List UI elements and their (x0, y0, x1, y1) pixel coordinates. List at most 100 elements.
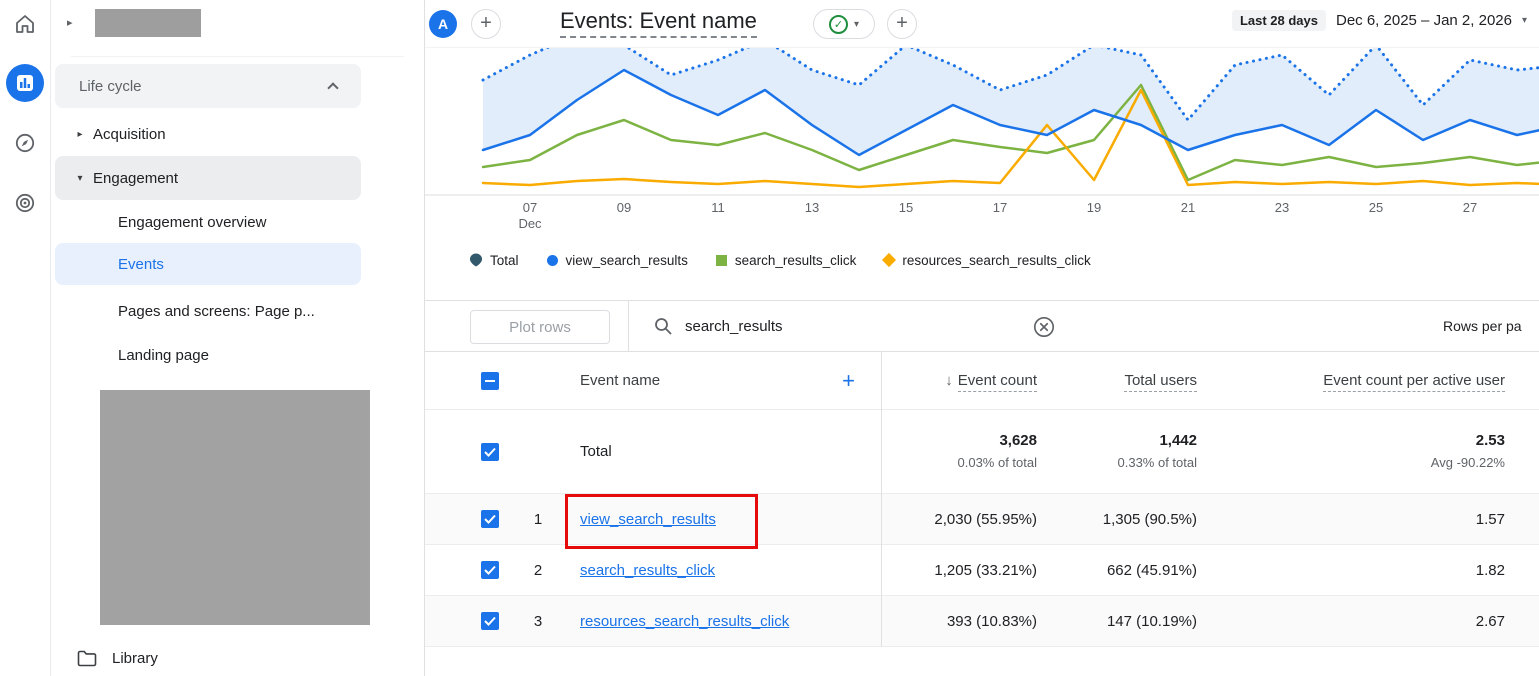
add-column-icon[interactable]: + (842, 368, 855, 394)
legend-label: search_results_click (735, 253, 857, 268)
event-name-link[interactable]: view_search_results (580, 511, 716, 528)
redacted-block (100, 390, 370, 625)
total-users-cell: 1,305 (90.5%) (1055, 511, 1215, 528)
sidebar-item-acquisition[interactable]: ▸ Acquisition (55, 112, 361, 156)
report-status-pill[interactable]: ✓ ▾ (813, 9, 875, 39)
indeterminate-mark (485, 380, 495, 382)
legend-item[interactable]: resources_search_results_click (884, 253, 1090, 268)
folder-icon (77, 650, 97, 667)
total-per-active-user: 2.53 (1215, 431, 1505, 451)
x-axis-tick: 27 (1446, 200, 1494, 216)
total-area-fill (483, 48, 1539, 155)
column-header-event-count[interactable]: Event count (958, 372, 1037, 392)
event-count-cell: 2,030 (55.95%) (881, 511, 1055, 528)
per-active-user-cell: 1.82 (1215, 562, 1539, 579)
legend-item[interactable]: view_search_results (547, 253, 688, 268)
event-count-cell: 1,205 (33.21%) (881, 562, 1055, 579)
reports-icon[interactable] (6, 64, 44, 102)
chevron-right-icon[interactable]: ▸ (67, 16, 73, 29)
add-comparison-button[interactable]: + (471, 9, 501, 39)
nav-icon-rail (0, 0, 51, 676)
legend-label: Total (490, 253, 519, 268)
item-label: Landing page (118, 347, 209, 364)
main-content: A + Events: Event name ✓ ▾ + Last 28 day… (425, 0, 1539, 676)
row-index: 1 (499, 511, 577, 528)
item-label: Engagement (93, 170, 178, 187)
x-axis-tick: 13 (788, 200, 836, 216)
total-row-checkbox[interactable] (481, 443, 499, 461)
item-label: Library (112, 650, 158, 667)
check-icon (484, 565, 496, 575)
row-checkbox[interactable] (481, 612, 499, 630)
event-count-cell: 393 (10.83%) (881, 613, 1055, 630)
table-toolbar: Plot rows Rows per pa (425, 300, 1539, 352)
x-axis-tick: 23 (1258, 200, 1306, 216)
legend-label: view_search_results (566, 253, 688, 268)
item-label: Pages and screens: Page p... (118, 303, 315, 320)
report-topbar: A + Events: Event name ✓ ▾ + Last 28 day… (425, 0, 1539, 48)
event-name-link[interactable]: resources_search_results_click (580, 613, 789, 630)
check-icon: ✓ (829, 15, 848, 34)
sidebar-section-life-cycle[interactable]: Life cycle (55, 64, 361, 108)
chart-legend: Total view_search_results search_results_c… (470, 246, 1091, 274)
sidebar-item-library[interactable]: Library (51, 642, 424, 674)
sidebar-item-landing-page[interactable]: Landing page (55, 333, 361, 377)
sidebar-item-pages-and-screens[interactable]: Pages and screens: Page p... (55, 289, 361, 333)
column-header-total-users[interactable]: Total users (1124, 372, 1197, 392)
column-header-event-name[interactable]: Event name (580, 372, 660, 389)
table-row-resources_search_results_click: 3 resources_search_results_click 393 (10… (425, 596, 1539, 647)
table-row-view_search_results: 1 view_search_results 2,030 (55.95%) 1,3… (425, 494, 1539, 545)
sidebar-item-engagement[interactable]: ▾ Engagement (55, 156, 361, 200)
events-line-chart (425, 48, 1539, 198)
total-label: Total (577, 443, 881, 460)
legend-item[interactable]: search_results_click (716, 253, 857, 268)
search-input[interactable] (685, 312, 1015, 340)
item-label: Events (118, 256, 164, 273)
date-range-dates: Dec 6, 2025 – Jan 2, 2026 (1336, 12, 1512, 29)
advertising-icon[interactable] (6, 184, 44, 222)
report-title[interactable]: Events: Event name (560, 8, 757, 38)
total-users-cell: 662 (45.91%) (1055, 562, 1215, 579)
chevron-down-icon: ▾ (67, 173, 93, 184)
legend-marker-circle (547, 255, 558, 266)
clear-search-icon[interactable] (1031, 314, 1057, 345)
total-users-value: 1,442 (1055, 431, 1197, 451)
total-users-cell: 147 (10.19%) (1055, 613, 1215, 630)
divider (628, 300, 629, 352)
x-axis-tick: 17 (976, 200, 1024, 216)
date-range-picker[interactable]: Last 28 days Dec 6, 2025 – Jan 2, 2026 ▾ (1232, 10, 1527, 31)
sidebar-item-engagement-overview[interactable]: Engagement overview (55, 200, 361, 244)
explore-icon[interactable] (6, 124, 44, 162)
event-name-link[interactable]: search_results_click (580, 562, 715, 579)
date-range-preset: Last 28 days (1232, 10, 1326, 31)
x-axis-tick: 07Dec (506, 200, 554, 232)
sidebar-item-events[interactable]: Events (55, 243, 361, 285)
item-label: Acquisition (93, 126, 166, 143)
table-row-search_results_click: 2 search_results_click 1,205 (33.21%) 66… (425, 545, 1539, 596)
row-checkbox[interactable] (481, 561, 499, 579)
section-label: Life cycle (79, 78, 142, 95)
check-icon (484, 447, 496, 457)
select-all-checkbox[interactable] (481, 372, 499, 390)
chevron-right-icon: ▸ (67, 129, 93, 140)
home-icon[interactable] (6, 5, 44, 43)
total-series-icon (470, 253, 482, 267)
total-users-sub: 0.33% of total (1055, 454, 1197, 472)
table-total-row: Total 3,628 0.03% of total 1,442 0.33% o… (425, 410, 1539, 494)
add-button[interactable]: + (887, 9, 917, 39)
per-active-user-cell: 1.57 (1215, 511, 1539, 528)
chevron-down-icon: ▾ (1522, 15, 1527, 26)
legend-marker-square (716, 255, 727, 266)
plot-rows-button[interactable]: Plot rows (470, 310, 610, 344)
avatar[interactable]: A (429, 10, 457, 38)
divider (71, 56, 404, 57)
column-header-per-active-user[interactable]: Event count per active user (1323, 372, 1505, 392)
legend-item[interactable]: Total (470, 253, 519, 268)
legend-marker-diamond (882, 253, 896, 267)
check-icon (484, 514, 496, 524)
x-axis: 07Dec09111315171921232527 (425, 200, 1539, 240)
per-active-user-cell: 2.67 (1215, 613, 1539, 630)
row-checkbox[interactable] (481, 510, 499, 528)
total-event-count-sub: 0.03% of total (881, 454, 1037, 472)
reports-sidebar: ▸ Life cycle ▸ Acquisition ▾ Engagement … (51, 0, 425, 676)
